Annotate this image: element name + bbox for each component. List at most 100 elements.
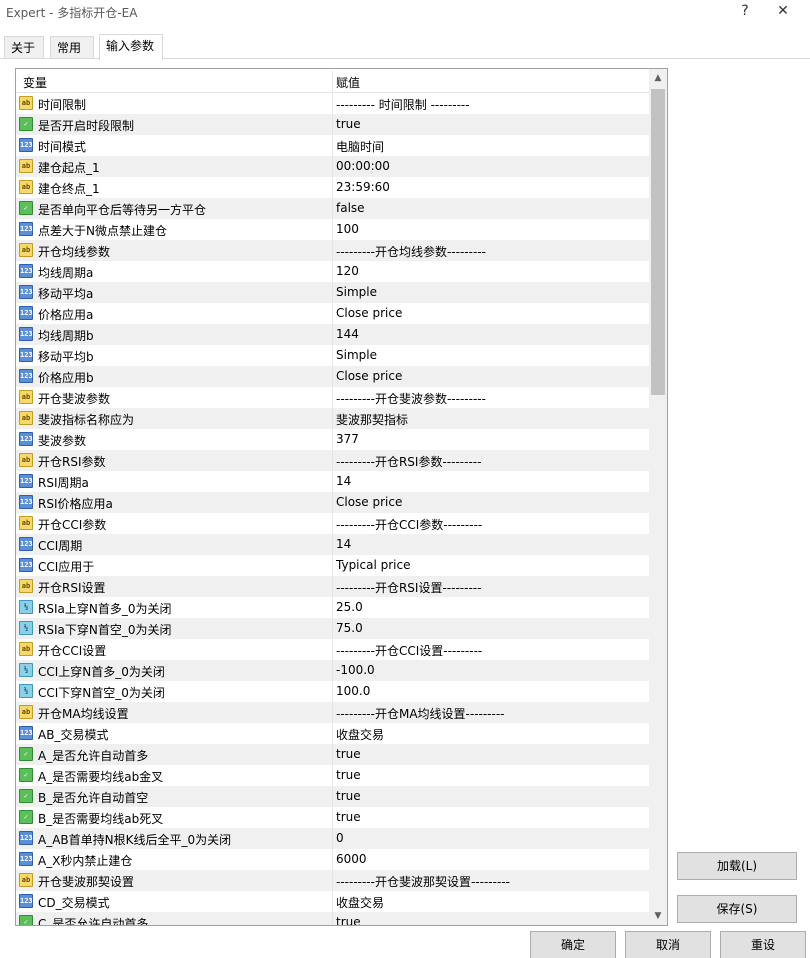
parameter-value[interactable]: 377 — [336, 432, 359, 446]
parameter-row[interactable]: 123 价格应用a Close price — [16, 303, 649, 324]
parameter-value[interactable]: true — [336, 117, 361, 131]
parameter-value[interactable]: Close price — [336, 306, 402, 320]
parameter-value[interactable]: --------- 时间限制 --------- — [336, 96, 470, 113]
parameter-name: 是否单向平仓后等待另一方平仓 — [38, 203, 207, 217]
scroll-up-icon[interactable]: ▲ — [649, 69, 667, 87]
parameter-value[interactable]: ---------开仓斐波那契设置--------- — [336, 873, 510, 890]
parameter-value[interactable]: 14 — [336, 474, 351, 488]
parameter-row[interactable]: ✓ A_是否允许自动首多 true — [16, 744, 649, 765]
scroll-thumb[interactable] — [651, 89, 665, 395]
parameter-value[interactable]: ---------开仓均线参数--------- — [336, 243, 486, 260]
parameter-row[interactable]: 123 斐波参数 377 — [16, 429, 649, 450]
parameter-row[interactable]: 123 均线周期b 144 — [16, 324, 649, 345]
parameter-value[interactable]: 6000 — [336, 852, 367, 866]
parameter-value[interactable]: 23:59:60 — [336, 180, 390, 194]
parameter-value[interactable]: Close price — [336, 369, 402, 383]
header-variable[interactable]: 变量 — [23, 74, 47, 91]
parameter-row[interactable]: ✓ B_是否需要均线ab死叉 true — [16, 807, 649, 828]
parameter-row[interactable]: 123 A_AB首单持N根K线后全平_0为关闭 0 — [16, 828, 649, 849]
parameter-value[interactable]: ---------开仓RSI设置--------- — [336, 579, 481, 596]
parameter-row[interactable]: ✓ C_是否允许自动首多 true — [16, 912, 649, 925]
tab-common[interactable]: 常用 — [50, 36, 94, 60]
parameter-value[interactable]: 电脑时间 — [336, 138, 384, 155]
parameter-row[interactable]: ½ RSIa上穿N首多_0为关闭 25.0 — [16, 597, 649, 618]
load-button[interactable]: 加载(L) — [677, 852, 797, 880]
parameter-value[interactable]: Typical price — [336, 558, 410, 572]
parameter-row[interactable]: ½ RSIa下穿N首空_0为关闭 75.0 — [16, 618, 649, 639]
parameter-row[interactable]: ab 开仓斐波那契设置 ---------开仓斐波那契设置--------- — [16, 870, 649, 891]
parameter-value[interactable]: Simple — [336, 348, 377, 362]
parameter-row[interactable]: 123 RSI价格应用a Close price — [16, 492, 649, 513]
parameter-row[interactable]: ✓ 是否单向平仓后等待另一方平仓 false — [16, 198, 649, 219]
parameter-value[interactable]: true — [336, 915, 361, 925]
parameter-value[interactable]: 75.0 — [336, 621, 363, 635]
parameter-value[interactable]: 144 — [336, 327, 359, 341]
parameter-row[interactable]: 123 时间模式 电脑时间 — [16, 135, 649, 156]
parameter-row[interactable]: ab 开仓均线参数 ---------开仓均线参数--------- — [16, 240, 649, 261]
parameter-row[interactable]: 123 价格应用b Close price — [16, 366, 649, 387]
parameter-value[interactable]: 斐波那契指标 — [336, 411, 408, 428]
parameter-value[interactable]: ---------开仓CCI设置--------- — [336, 642, 482, 659]
parameter-value[interactable]: ---------开仓CCI参数--------- — [336, 516, 482, 533]
parameter-row[interactable]: 123 CD_交易模式 收盘交易 — [16, 891, 649, 912]
parameter-row[interactable]: ab 开仓MA均线设置 ---------开仓MA均线设置--------- — [16, 702, 649, 723]
parameter-row[interactable]: ab 开仓RSI参数 ---------开仓RSI参数--------- — [16, 450, 649, 471]
parameter-value[interactable]: 14 — [336, 537, 351, 551]
parameter-value[interactable]: 100 — [336, 222, 359, 236]
header-value[interactable]: 赋值 — [336, 74, 360, 91]
parameter-value[interactable]: 收盘交易 — [336, 726, 384, 743]
parameter-row[interactable]: ab 开仓CCI参数 ---------开仓CCI参数--------- — [16, 513, 649, 534]
help-button[interactable]: ? — [730, 0, 760, 24]
parameter-row[interactable]: ½ CCI下穿N首空_0为关闭 100.0 — [16, 681, 649, 702]
reset-button[interactable]: 重设 — [720, 931, 806, 958]
parameter-value[interactable]: true — [336, 768, 361, 782]
column-divider — [332, 219, 333, 240]
parameter-row[interactable]: ½ CCI上穿N首多_0为关闭 -100.0 — [16, 660, 649, 681]
parameter-row[interactable]: 123 移动平均b Simple — [16, 345, 649, 366]
parameter-row[interactable]: ab 时间限制 --------- 时间限制 --------- — [16, 93, 649, 114]
parameter-row[interactable]: ab 建仓起点_1 00:00:00 — [16, 156, 649, 177]
parameter-value[interactable]: false — [336, 201, 365, 215]
parameter-row[interactable]: 123 RSI周期a 14 — [16, 471, 649, 492]
parameter-row[interactable]: ab 开仓斐波参数 ---------开仓斐波参数--------- — [16, 387, 649, 408]
parameter-value[interactable]: Simple — [336, 285, 377, 299]
parameter-value[interactable]: ---------开仓斐波参数--------- — [336, 390, 486, 407]
parameter-row[interactable]: ✓ 是否开启时段限制 true — [16, 114, 649, 135]
parameter-row[interactable]: ab 建仓终点_1 23:59:60 — [16, 177, 649, 198]
parameter-value[interactable]: true — [336, 810, 361, 824]
cancel-button[interactable]: 取消 — [625, 931, 711, 958]
parameter-row[interactable]: 123 CCI应用于 Typical price — [16, 555, 649, 576]
tab-input-parameters[interactable]: 输入参数 — [99, 34, 163, 60]
parameter-row[interactable]: ab 斐波指标名称应为 斐波那契指标 — [16, 408, 649, 429]
parameter-value[interactable]: 100.0 — [336, 684, 370, 698]
parameter-value[interactable]: 25.0 — [336, 600, 363, 614]
parameter-value[interactable]: ---------开仓MA均线设置--------- — [336, 705, 505, 722]
parameter-value[interactable]: -100.0 — [336, 663, 375, 677]
parameter-row[interactable]: 123 CCI周期 14 — [16, 534, 649, 555]
parameter-value[interactable]: 收盘交易 — [336, 894, 384, 911]
close-button[interactable]: ✕ — [768, 0, 798, 24]
parameter-row[interactable]: ✓ A_是否需要均线ab金叉 true — [16, 765, 649, 786]
parameter-row[interactable]: 123 AB_交易模式 收盘交易 — [16, 723, 649, 744]
parameter-value[interactable]: 0 — [336, 831, 344, 845]
parameter-name: A_是否允许自动首多 — [38, 749, 149, 763]
save-button[interactable]: 保存(S) — [677, 895, 797, 923]
parameter-value[interactable]: 120 — [336, 264, 359, 278]
parameter-row[interactable]: ✓ B_是否允许自动首空 true — [16, 786, 649, 807]
parameter-value[interactable]: Close price — [336, 495, 402, 509]
ok-button[interactable]: 确定 — [530, 931, 616, 958]
parameter-row[interactable]: 123 移动平均a Simple — [16, 282, 649, 303]
tab-about[interactable]: 关于 — [4, 36, 44, 60]
parameter-row[interactable]: 123 点差大于N微点禁止建仓 100 — [16, 219, 649, 240]
parameter-value[interactable]: ---------开仓RSI参数--------- — [336, 453, 481, 470]
parameter-row[interactable]: 123 A_X秒内禁止建仓 6000 — [16, 849, 649, 870]
parameter-row[interactable]: ab 开仓CCI设置 ---------开仓CCI设置--------- — [16, 639, 649, 660]
scroll-down-icon[interactable]: ▼ — [649, 907, 667, 925]
vertical-scrollbar[interactable]: ▲ ▼ — [649, 69, 667, 925]
parameter-value[interactable]: 00:00:00 — [336, 159, 390, 173]
parameter-value[interactable]: true — [336, 747, 361, 761]
parameter-row[interactable]: 123 均线周期a 120 — [16, 261, 649, 282]
parameters-list[interactable]: 变量 赋值 ab 时间限制 --------- 时间限制 --------- ✓ 是否开… — [15, 68, 668, 926]
parameter-row[interactable]: ab 开仓RSI设置 ---------开仓RSI设置--------- — [16, 576, 649, 597]
parameter-value[interactable]: true — [336, 789, 361, 803]
